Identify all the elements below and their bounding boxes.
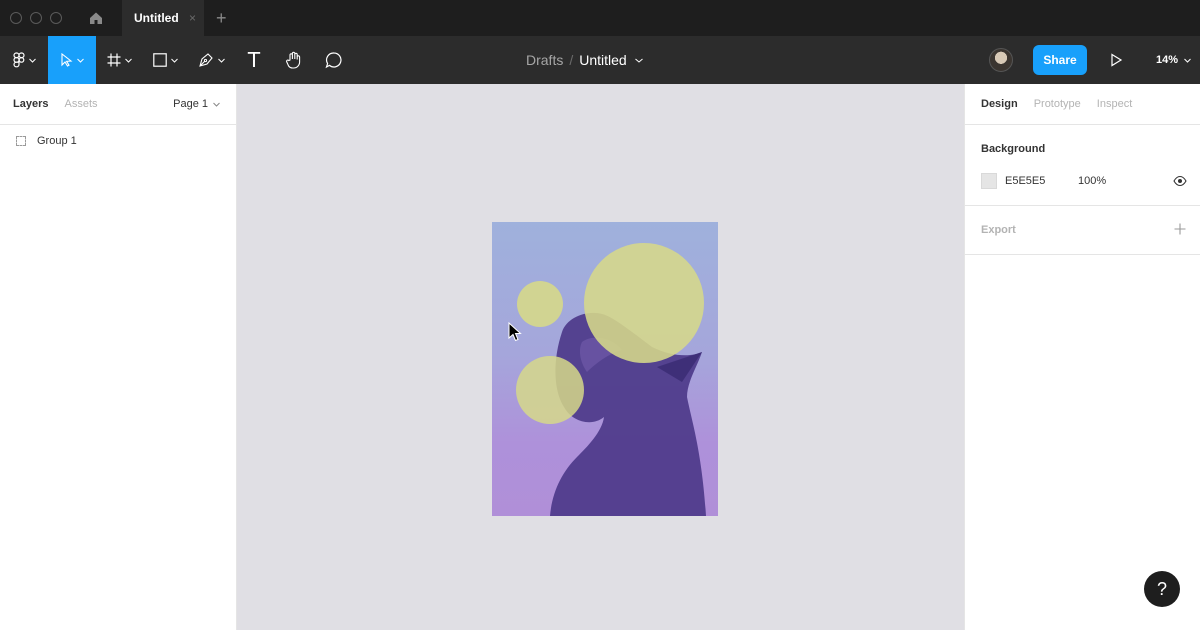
zoom-dropdown[interactable]: 14%	[1156, 36, 1191, 84]
move-tool-button[interactable]	[48, 36, 96, 84]
new-tab-button[interactable]: +	[216, 9, 227, 27]
present-play-icon[interactable]	[1108, 52, 1124, 68]
mouse-cursor-icon	[508, 322, 522, 342]
figma-logo-icon	[12, 52, 25, 68]
group-icon	[16, 136, 26, 146]
title-bar: Untitled × +	[0, 0, 1200, 36]
avatar[interactable]	[989, 48, 1013, 72]
comment-tool-button[interactable]	[314, 36, 354, 84]
zoom-level: 14%	[1156, 54, 1179, 66]
hand-icon	[286, 51, 301, 69]
canvas-frame-artwork[interactable]	[492, 222, 718, 516]
page-selector[interactable]: Page 1	[173, 98, 220, 110]
tab-assets[interactable]: Assets	[64, 98, 97, 110]
close-window-button[interactable]	[10, 12, 22, 24]
plus-icon[interactable]	[1174, 223, 1186, 235]
export-title: Export	[981, 224, 1016, 236]
export-section: Export	[965, 206, 1200, 255]
pointer-icon	[60, 53, 72, 67]
window-controls	[10, 12, 62, 24]
eye-icon[interactable]	[1173, 175, 1187, 187]
text-tool-button[interactable]: T	[234, 36, 274, 84]
tab-layers[interactable]: Layers	[13, 98, 48, 110]
chevron-down-icon	[217, 58, 225, 63]
layer-row-group-1[interactable]: Group 1	[0, 125, 236, 157]
tab-inspect[interactable]: Inspect	[1097, 98, 1132, 110]
minimize-window-button[interactable]	[30, 12, 42, 24]
design-panel: Design Prototype Inspect Background E5E5…	[964, 84, 1200, 630]
home-icon[interactable]	[88, 10, 104, 26]
breadcrumb: Drafts / Untitled	[526, 36, 643, 84]
left-panel-tabs: Layers Assets Page 1	[0, 84, 236, 125]
layer-name: Group 1	[37, 135, 77, 147]
background-opacity-input[interactable]: 100%	[1078, 175, 1106, 187]
background-title: Background	[981, 143, 1046, 155]
breadcrumb-separator: /	[569, 52, 574, 68]
tab-untitled[interactable]: Untitled ×	[122, 0, 204, 36]
large-yellow-circle	[584, 243, 704, 363]
page-selector-label: Page 1	[173, 98, 208, 110]
small-yellow-circle	[517, 281, 563, 327]
rectangle-icon	[152, 53, 167, 67]
frame-tool-button[interactable]	[96, 36, 142, 84]
tab-title: Untitled	[134, 11, 179, 25]
shape-tool-button[interactable]	[142, 36, 188, 84]
chevron-down-icon	[170, 58, 178, 63]
tab-close-icon[interactable]: ×	[189, 11, 196, 25]
maximize-window-button[interactable]	[50, 12, 62, 24]
background-section: Background E5E5E5 100%	[965, 125, 1200, 206]
chevron-down-icon	[28, 58, 36, 63]
background-hex-input[interactable]: E5E5E5	[1005, 175, 1045, 187]
comment-icon	[325, 52, 342, 69]
help-button[interactable]: ?	[1144, 571, 1180, 607]
background-color-swatch[interactable]	[981, 173, 997, 189]
tab-prototype[interactable]: Prototype	[1034, 98, 1081, 110]
chevron-down-icon	[124, 58, 132, 63]
toolbar: T Drafts / Untitled Share 14%	[0, 36, 1200, 84]
pen-icon	[198, 53, 213, 67]
text-tool-icon: T	[247, 48, 261, 72]
breadcrumb-drafts[interactable]: Drafts	[526, 52, 563, 68]
share-button[interactable]: Share	[1033, 45, 1087, 75]
tab-design[interactable]: Design	[981, 98, 1018, 110]
layers-panel: Layers Assets Page 1 Group 1	[0, 84, 237, 630]
main-menu-button[interactable]	[0, 36, 48, 84]
hand-tool-button[interactable]	[274, 36, 314, 84]
chevron-down-icon	[76, 58, 84, 63]
chevron-down-icon	[213, 102, 220, 107]
right-panel-tabs: Design Prototype Inspect	[965, 84, 1200, 125]
medium-yellow-circle	[516, 356, 584, 424]
chevron-down-icon	[1184, 58, 1191, 63]
chevron-down-icon[interactable]	[634, 58, 643, 63]
artwork-illustration	[516, 243, 706, 516]
frame-hash-icon	[107, 53, 120, 67]
pen-tool-button[interactable]	[188, 36, 234, 84]
file-name[interactable]: Untitled	[579, 52, 626, 68]
canvas[interactable]	[237, 84, 964, 630]
